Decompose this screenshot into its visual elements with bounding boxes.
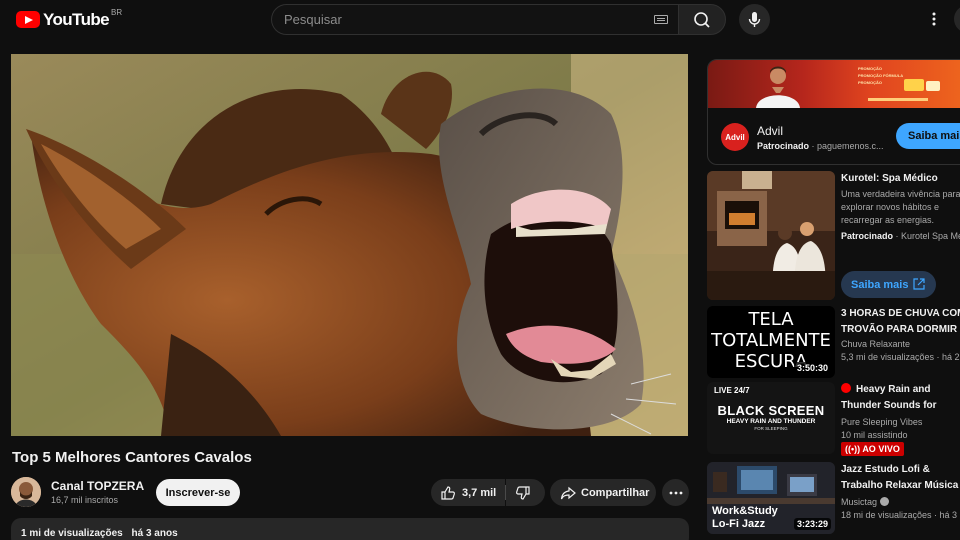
rec-channel[interactable]: Chuva Relaxante bbox=[841, 339, 910, 349]
ad-product-box bbox=[926, 81, 940, 91]
thumbnail-text-1: Work&Study bbox=[712, 505, 778, 517]
video-player[interactable] bbox=[11, 54, 688, 436]
ad-banner-strip bbox=[868, 98, 928, 101]
dislike-button[interactable] bbox=[506, 479, 545, 506]
account-avatar[interactable] bbox=[954, 5, 960, 33]
ad-person-illustration bbox=[756, 66, 800, 108]
external-link-icon bbox=[913, 278, 925, 290]
video-frame-horse bbox=[11, 54, 688, 436]
subscribe-button[interactable]: Inscrever-se bbox=[156, 479, 240, 506]
ad-product-pack bbox=[904, 79, 924, 91]
rec-channel-name: Musictag bbox=[841, 497, 878, 507]
video-list-item[interactable]: LIVE 24/7 BLACK SCREEN HEAVY RAIN AND TH… bbox=[707, 382, 960, 456]
thumbnail-title: BLACK SCREEN bbox=[717, 403, 825, 418]
like-count: 3,7 mil bbox=[462, 486, 497, 499]
spa-thumbnail-image bbox=[707, 171, 835, 300]
sponsored-video-item[interactable]: Kurotel: Spa Médico Uma verdadeira vivên… bbox=[707, 171, 960, 301]
thumbnail-small-text: FOR SLEEPING bbox=[754, 426, 788, 431]
live-indicator-icon bbox=[841, 383, 851, 393]
country-code: BR bbox=[111, 8, 123, 17]
rec-advertiser: Kurotel Spa Médico bbox=[901, 231, 960, 241]
rec-title[interactable]: Jazz Estudo Lofi & Trabalho Relaxar Músi… bbox=[841, 462, 960, 494]
search-button[interactable] bbox=[678, 4, 726, 35]
video-duration: 3:50:30 bbox=[793, 362, 831, 374]
video-thumbnail[interactable]: TELA TOTALMENTE ESCURA 3:50:30 bbox=[707, 306, 835, 378]
share-button[interactable]: Compartilhar bbox=[550, 479, 656, 506]
thumbnail-text-2: Lo-Fi Jazz bbox=[712, 518, 766, 530]
rec-title-text: Heavy Rain and Thunder Sounds for Sleepi… bbox=[841, 384, 937, 411]
sponsored-ad-card[interactable]: PROMOÇÃO PROMOÇÃO FÓRMULA PROMOÇÃO Advil… bbox=[707, 59, 960, 165]
rec-title[interactable]: Heavy Rain and Thunder Sounds for Sleepi… bbox=[841, 382, 960, 414]
search-box bbox=[271, 4, 678, 35]
ad-domain: paguemenos.c... bbox=[817, 141, 884, 151]
live-signal-icon: ((•)) bbox=[845, 444, 863, 454]
rec-sponsored-label: Patrocinado bbox=[841, 231, 894, 241]
search-icon bbox=[694, 12, 710, 28]
more-vertical-icon bbox=[932, 12, 936, 26]
top-bar: YouTube BR bbox=[0, 0, 960, 40]
view-count: 1 mi de visualizações bbox=[21, 528, 123, 539]
publish-date: há 3 anos bbox=[131, 528, 178, 539]
ad-banner-image[interactable]: PROMOÇÃO PROMOÇÃO FÓRMULA PROMOÇÃO bbox=[708, 60, 960, 108]
rec-channel[interactable]: Pure Sleeping Vibes bbox=[841, 417, 922, 427]
rec-meta: 10 mil assistindo bbox=[841, 430, 908, 440]
video-list-item[interactable]: TELA TOTALMENTE ESCURA 3:50:30 3 HORAS D… bbox=[707, 306, 960, 378]
live-label: AO VIVO bbox=[862, 444, 900, 454]
rec-description: Uma verdadeira vivência para explorar no… bbox=[841, 189, 960, 225]
youtube-logo[interactable]: YouTube BR bbox=[16, 8, 122, 30]
rec-learn-more-label: Saiba mais bbox=[851, 278, 909, 291]
video-title: Top 5 Melhores Cantores Cavalos bbox=[12, 449, 252, 466]
channel-avatar-icon bbox=[11, 477, 41, 507]
thumbnail-live-tag: LIVE 24/7 bbox=[714, 386, 750, 395]
channel-avatar[interactable] bbox=[11, 477, 41, 507]
rec-meta: Patrocinado · Kurotel Spa Médico bbox=[841, 231, 960, 241]
thumbnail-subtitle: HEAVY RAIN AND THUNDER bbox=[726, 418, 816, 425]
video-list-item[interactable]: Work&Study Lo-Fi Jazz 3:23:29 Jazz Estud… bbox=[707, 462, 960, 534]
rec-learn-more-button[interactable]: Saiba mais bbox=[841, 271, 936, 298]
rec-meta: 5,3 mi de visualizações · há 2 bbox=[841, 352, 960, 362]
rec-channel[interactable]: Musictag bbox=[841, 497, 890, 507]
verified-icon bbox=[880, 497, 890, 506]
ad-brand-name[interactable]: Advil bbox=[757, 124, 783, 138]
more-horizontal-icon bbox=[669, 491, 682, 494]
video-thumbnail[interactable] bbox=[707, 171, 835, 300]
description-box[interactable]: 1 mi de visualizações há 3 anos bbox=[11, 518, 689, 540]
search-input[interactable] bbox=[284, 5, 644, 34]
video-thumbnail[interactable]: LIVE 24/7 BLACK SCREEN HEAVY RAIN AND TH… bbox=[707, 382, 835, 454]
share-label: Compartilhar bbox=[581, 486, 650, 499]
thumbs-down-icon bbox=[516, 485, 530, 500]
rec-meta: 18 mi de visualizações · há 3 bbox=[841, 510, 958, 520]
share-icon bbox=[560, 486, 576, 499]
advil-logo: Advil bbox=[721, 123, 749, 151]
channel-name[interactable]: Canal TOPZERA bbox=[51, 479, 144, 493]
logo-text: YouTube bbox=[43, 10, 110, 29]
rec-title[interactable]: Kurotel: Spa Médico bbox=[841, 171, 960, 187]
like-button[interactable]: 3,7 mil bbox=[431, 479, 505, 506]
rec-title[interactable]: 3 HORAS DE CHUVA COM TROVÃO PARA DORMIR … bbox=[841, 306, 960, 338]
play-logo-icon bbox=[16, 11, 40, 28]
thumbs-up-icon bbox=[441, 485, 455, 500]
more-actions-button[interactable] bbox=[662, 479, 689, 506]
ad-sponsored-label: Patrocinado bbox=[757, 141, 810, 151]
ad-meta: Patrocinado · paguemenos.c... bbox=[757, 141, 884, 151]
subscriber-count: 16,7 mil inscritos bbox=[51, 495, 119, 505]
keyboard-icon[interactable] bbox=[654, 15, 668, 24]
voice-search-button[interactable] bbox=[739, 4, 770, 35]
live-badge: ((•)) AO VIVO bbox=[841, 442, 904, 456]
settings-menu-button[interactable] bbox=[924, 8, 944, 30]
ad-learn-more-button[interactable]: Saiba mais bbox=[896, 123, 960, 149]
video-duration: 3:23:29 bbox=[793, 518, 831, 530]
microphone-icon bbox=[748, 12, 761, 27]
video-thumbnail[interactable]: Work&Study Lo-Fi Jazz 3:23:29 bbox=[707, 462, 835, 534]
view-info: 1 mi de visualizações há 3 anos bbox=[21, 528, 178, 539]
